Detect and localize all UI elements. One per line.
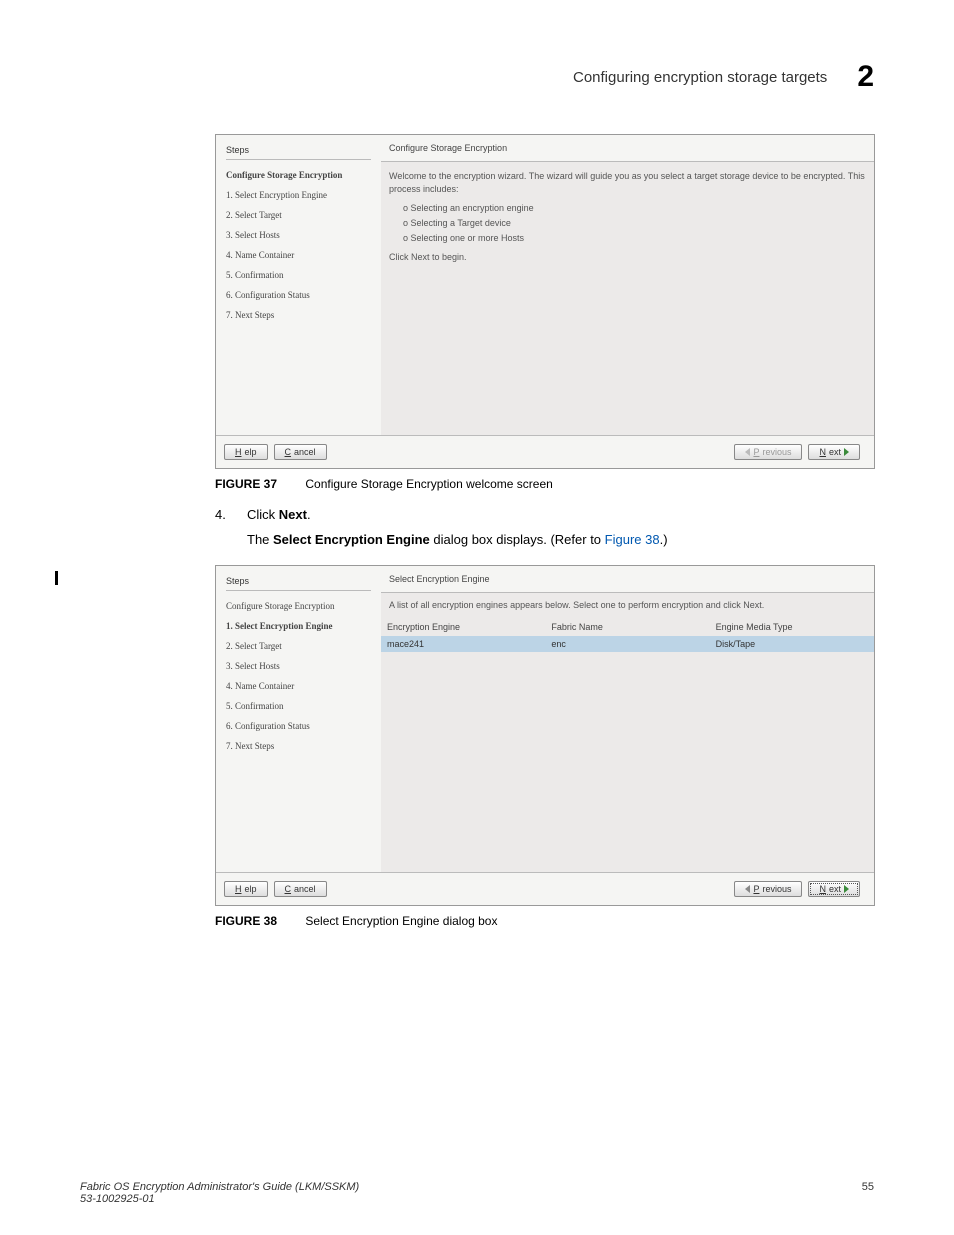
previous-button: Previous xyxy=(734,444,802,460)
wizard-intro-text: Welcome to the encryption wizard. The wi… xyxy=(389,170,866,195)
step-item: 3. Select Hosts xyxy=(226,661,371,671)
wizard-intro-text: A list of all encryption engines appears… xyxy=(381,593,874,618)
wizard-button-row: Help Cancel Previous Next xyxy=(216,872,874,905)
triangle-left-icon xyxy=(745,885,750,893)
page-header: Configuring encryption storage targets 2 xyxy=(60,60,874,94)
figure-38-dialog: Steps Configure Storage Encryption 1. Se… xyxy=(215,565,875,906)
previous-button[interactable]: Previous xyxy=(734,881,802,897)
figure-37-dialog: Steps Configure Storage Encryption 1. Se… xyxy=(215,134,875,469)
triangle-left-icon xyxy=(745,448,750,456)
steps-heading: Steps xyxy=(226,576,371,591)
figure-caption-text: Select Encryption Engine dialog box xyxy=(305,914,497,928)
figure-caption-text: Configure Storage Encryption welcome scr… xyxy=(305,477,552,491)
wizard-bullet-list: o Selecting an encryption engine o Selec… xyxy=(403,203,866,243)
page-number: 55 xyxy=(862,1181,874,1205)
step-item: 4. Name Container xyxy=(226,681,371,691)
triangle-right-icon xyxy=(844,885,849,893)
step-text: Click Next. xyxy=(247,507,311,522)
step-item: 5. Confirmation xyxy=(226,701,371,711)
step-current: Configure Storage Encryption xyxy=(226,170,371,180)
figure-number: FIGURE 37 xyxy=(215,477,277,491)
figure-37-caption: FIGURE 37 Configure Storage Encryption w… xyxy=(215,477,874,491)
next-button[interactable]: Next xyxy=(808,881,860,897)
step-item: 1. Select Encryption Engine xyxy=(226,190,371,200)
step-item: 4. Name Container xyxy=(226,250,371,260)
step-number: 4. xyxy=(215,507,229,522)
step-item: 7. Next Steps xyxy=(226,310,371,320)
step-item: 6. Configuration Status xyxy=(226,721,371,731)
wizard-content-panel: Configure Storage Encryption Welcome to … xyxy=(381,135,874,435)
wizard-click-next: Click Next to begin. xyxy=(389,251,866,264)
engine-table-empty xyxy=(381,652,874,872)
step-4-subtext: The Select Encryption Engine dialog box … xyxy=(247,532,874,547)
steps-heading: Steps xyxy=(226,145,371,160)
cell-engine: mace241 xyxy=(381,636,545,652)
help-button[interactable]: Help xyxy=(224,444,268,460)
footer-book-title: Fabric OS Encryption Administrator's Gui… xyxy=(80,1181,359,1193)
col-encryption-engine: Encryption Engine xyxy=(381,618,545,636)
cancel-button[interactable]: Cancel xyxy=(274,881,327,897)
cell-fabric: enc xyxy=(545,636,709,652)
wizard-content-panel: Select Encryption Engine A list of all e… xyxy=(381,566,874,872)
step-item: 2. Select Target xyxy=(226,641,371,651)
col-engine-media-type: Engine Media Type xyxy=(710,618,874,636)
wizard-page-title: Select Encryption Engine xyxy=(381,566,874,593)
step-item: 3. Select Hosts xyxy=(226,230,371,240)
step-item: 7. Next Steps xyxy=(226,741,371,751)
figure-38-link[interactable]: Figure 38 xyxy=(605,532,660,547)
step-4-instruction: 4. Click Next. xyxy=(215,507,874,522)
bullet-item: o Selecting one or more Hosts xyxy=(403,233,866,243)
change-bar-icon xyxy=(55,571,58,585)
step-item: Configure Storage Encryption xyxy=(226,601,371,611)
col-fabric-name: Fabric Name xyxy=(545,618,709,636)
chapter-number: 2 xyxy=(857,60,874,94)
page-footer: Fabric OS Encryption Administrator's Gui… xyxy=(80,1181,874,1205)
engine-table-row[interactable]: mace241 enc Disk/Tape xyxy=(381,636,874,652)
cell-media: Disk/Tape xyxy=(710,636,874,652)
header-title: Configuring encryption storage targets xyxy=(573,69,827,86)
engine-table-header: Encryption Engine Fabric Name Engine Med… xyxy=(381,618,874,636)
bullet-item: o Selecting an encryption engine xyxy=(403,203,866,213)
bullet-item: o Selecting a Target device xyxy=(403,218,866,228)
step-current: 1. Select Encryption Engine xyxy=(226,621,371,631)
wizard-steps-panel: Steps Configure Storage Encryption 1. Se… xyxy=(216,566,381,872)
step-item: 2. Select Target xyxy=(226,210,371,220)
wizard-steps-panel: Steps Configure Storage Encryption 1. Se… xyxy=(216,135,381,435)
cancel-button[interactable]: Cancel xyxy=(274,444,327,460)
figure-number: FIGURE 38 xyxy=(215,914,277,928)
wizard-button-row: Help Cancel Previous Next xyxy=(216,435,874,468)
next-button[interactable]: Next xyxy=(808,444,860,460)
figure-38-caption: FIGURE 38 Select Encryption Engine dialo… xyxy=(215,914,874,928)
wizard-page-title: Configure Storage Encryption xyxy=(381,135,874,162)
footer-part-number: 53-1002925-01 xyxy=(80,1193,359,1205)
triangle-right-icon xyxy=(844,448,849,456)
step-item: 6. Configuration Status xyxy=(226,290,371,300)
step-item: 5. Confirmation xyxy=(226,270,371,280)
help-button[interactable]: Help xyxy=(224,881,268,897)
